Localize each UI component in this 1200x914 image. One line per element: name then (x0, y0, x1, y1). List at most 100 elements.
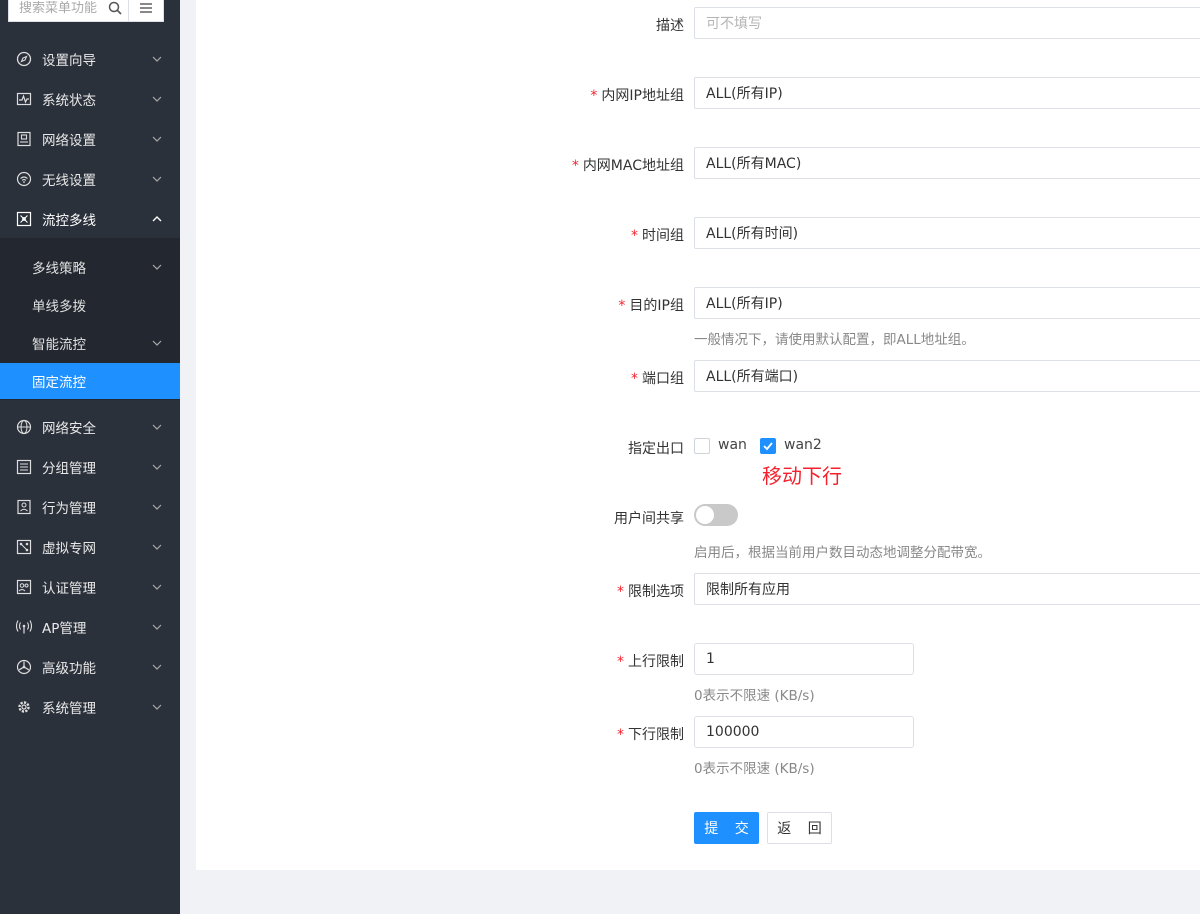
user-card-icon (17, 499, 31, 515)
port-group-label: * 端口组 (631, 371, 684, 387)
chevron-down-icon (152, 340, 162, 346)
down-limit-label: * 下行限制 (617, 727, 684, 743)
sidebar-item-label: 网络安全 (42, 421, 96, 437)
lan-mac-group-select[interactable]: ALL(所有MAC) (694, 147, 1200, 179)
globe-icon (16, 419, 32, 435)
exit-annotation-note: 移动下行 (762, 464, 842, 488)
sidebar-item-label: 系统管理 (42, 701, 96, 717)
dest-ip-group-select[interactable]: ALL(所有IP) (694, 287, 1200, 319)
chevron-down-icon (152, 624, 162, 630)
wan2-checkbox[interactable] (760, 438, 776, 454)
port-group-select[interactable]: ALL(所有端口) (694, 360, 1200, 392)
chevron-down-icon (152, 136, 162, 142)
antenna-icon (16, 620, 32, 634)
time-group-select[interactable]: ALL(所有时间) (694, 217, 1200, 249)
sidebar-subitem-single-line-multidial[interactable]: 单线多拨 (0, 287, 180, 323)
sidebar-item-network-security[interactable]: 网络安全 (0, 407, 180, 447)
sidebar-subitem-fixed-flow-control[interactable]: 固定流控 (0, 363, 180, 399)
sidebar-item-label: 网络设置 (42, 133, 96, 149)
up-limit-label: * 上行限制 (617, 654, 684, 670)
chevron-down-icon (152, 504, 162, 510)
sidebar-item-network-settings[interactable]: 网络设置 (0, 119, 180, 159)
sidebar-item-flow-control[interactable]: 流控多线 (0, 199, 180, 239)
up-limit-hint: 0表示不限速 (KB/s) (694, 688, 815, 704)
sidebar-item-system-management[interactable]: 系统管理 (0, 687, 180, 727)
network-icon (17, 131, 31, 147)
toggle-knob (696, 506, 714, 524)
chevron-down-icon (152, 704, 162, 710)
wifi-icon (16, 171, 32, 187)
sidebar-item-group-management[interactable]: 分组管理 (0, 447, 180, 487)
submit-button[interactable]: 提 交 (694, 812, 759, 844)
limit-option-select[interactable]: 限制所有应用 (694, 573, 1200, 605)
search-icon[interactable] (108, 1, 122, 15)
hamburger-icon (140, 3, 152, 13)
sidebar-item-behavior-management[interactable]: 行为管理 (0, 487, 180, 527)
exit-label: 指定出口 (628, 441, 684, 457)
up-limit-input[interactable]: 1 (694, 643, 914, 675)
sidebar-item-system-status[interactable]: 系统状态 (0, 79, 180, 119)
share-hint: 启用后，根据当前用户数目动态地调整分配带宽。 (694, 545, 991, 561)
wan-checkbox[interactable] (694, 438, 710, 454)
dest-ip-group-hint: 一般情况下，请使用默认配置，即ALL地址组。 (694, 332, 975, 348)
sidebar-search (8, 0, 164, 22)
share-label: 用户间共享 (614, 511, 684, 527)
chevron-down-icon (152, 56, 162, 62)
lan-ip-group-select[interactable]: ALL(所有IP) (694, 77, 1200, 109)
lan-ip-group-label: * 内网IP地址组 (590, 88, 684, 104)
search-input[interactable] (19, 0, 109, 16)
chevron-down-icon (152, 264, 162, 270)
down-limit-hint: 0表示不限速 (KB/s) (694, 761, 815, 777)
desc-input[interactable]: 可不填写 (694, 7, 1200, 39)
chevron-down-icon (152, 584, 162, 590)
sidebar-item-auth-management[interactable]: 认证管理 (0, 567, 180, 607)
sidebar-subitem-multiline-policy[interactable]: 多线策略 (0, 249, 180, 285)
sidebar-item-label: 虚拟专网 (42, 541, 96, 557)
sidebar-item-setup-wizard[interactable]: 设置向导 (0, 39, 180, 79)
list-icon (16, 459, 32, 475)
chevron-down-icon (152, 96, 162, 102)
chevron-down-icon (152, 464, 162, 470)
sidebar-subitem-label: 智能流控 (32, 337, 86, 353)
sidebar-item-label: AP管理 (42, 621, 87, 637)
chevron-down-icon (152, 664, 162, 670)
chevron-up-icon (152, 216, 162, 222)
sidebar-item-label: 流控多线 (42, 213, 96, 229)
lan-mac-group-label: * 内网MAC地址组 (571, 158, 684, 174)
gear-icon (18, 701, 30, 713)
sidebar-item-label: 行为管理 (42, 501, 96, 517)
sidebar-item-wireless-settings[interactable]: 无线设置 (0, 159, 180, 199)
check-icon (763, 442, 773, 451)
limit-option-label: * 限制选项 (617, 584, 684, 600)
sidebar-item-label: 认证管理 (42, 581, 96, 597)
menu-toggle-button[interactable] (128, 0, 164, 22)
compass-icon (16, 51, 32, 67)
wan2-checkbox-label[interactable]: wan2 (784, 437, 822, 453)
share-toggle[interactable] (694, 504, 738, 526)
sidebar-item-vpn[interactable]: 虚拟专网 (0, 527, 180, 567)
chevron-down-icon (152, 424, 162, 430)
back-button[interactable]: 返 回 (767, 812, 832, 844)
fan-icon (16, 659, 32, 675)
sidebar-item-label: 分组管理 (42, 461, 96, 477)
down-limit-input[interactable]: 100000 (694, 716, 914, 748)
chevron-down-icon (152, 176, 162, 182)
sidebar-subitem-smart-flow-control[interactable]: 智能流控 (0, 325, 180, 361)
wan-checkbox-label[interactable]: wan (718, 437, 747, 453)
desc-label: 描述 (656, 18, 684, 34)
chevron-down-icon (152, 544, 162, 550)
sidebar-item-ap-management[interactable]: AP管理 (0, 607, 180, 647)
sidebar-item-label: 系统状态 (42, 93, 96, 109)
dest-ip-group-label: * 目的IP组 (618, 298, 684, 314)
form-panel: 描述 可不填写 * 内网IP地址组 ALL(所有IP) * 内网MAC地址组 ALL… (196, 0, 1200, 870)
flow-control-icon (16, 211, 32, 227)
sidebar: 设置向导 系统状态 网络设置 无线设置 流控多线 多线策略 单线多拨 智能流控 … (0, 0, 180, 914)
search-box[interactable] (8, 0, 128, 22)
sidebar-subitem-label: 多线策略 (32, 261, 86, 277)
time-group-label: * 时间组 (631, 228, 684, 244)
sidebar-item-label: 高级功能 (42, 661, 96, 677)
pulse-icon (16, 92, 32, 106)
sidebar-subitem-label: 单线多拨 (32, 299, 86, 315)
sidebar-item-advanced-features[interactable]: 高级功能 (0, 647, 180, 687)
vpn-icon (16, 539, 32, 555)
